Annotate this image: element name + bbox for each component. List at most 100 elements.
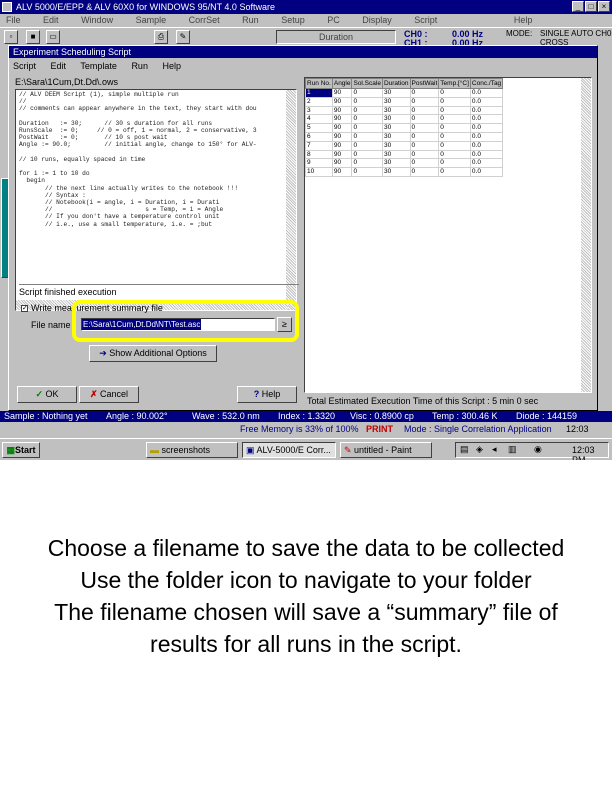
network-icon[interactable]: ◉	[534, 444, 542, 455]
menu-setup[interactable]: Setup	[281, 14, 305, 27]
ok-button[interactable]: ✓ OK	[17, 386, 77, 403]
open-icon[interactable]: ▭	[46, 30, 60, 44]
dialog-menu-run[interactable]: Run	[131, 61, 148, 71]
table-cell[interactable]: 0	[409, 158, 440, 169]
table-cell[interactable]: 0	[409, 123, 440, 133]
dialog-menu-template[interactable]: Template	[80, 61, 117, 71]
table-cell[interactable]: 3	[305, 105, 333, 116]
table-cell[interactable]: 9	[305, 158, 333, 169]
table-row[interactable]: 8 90 0 30 0 0 0.0	[305, 149, 504, 160]
column-header[interactable]: Sol.Scale	[351, 78, 383, 89]
show-options-button[interactable]: ➔ Show Additional Options	[89, 345, 217, 362]
close-button[interactable]: ×	[598, 1, 610, 12]
maximize-button[interactable]: □	[585, 1, 597, 12]
menu-sample[interactable]: Sample	[136, 14, 167, 27]
table-cell[interactable]: 0	[351, 158, 383, 169]
column-header[interactable]: PostWait	[409, 78, 440, 89]
table-cell[interactable]: 0	[438, 88, 471, 98]
table-cell[interactable]: 0.0	[469, 88, 504, 98]
table-cell[interactable]: 0.0	[469, 158, 504, 169]
table-cell[interactable]: 0.0	[469, 140, 504, 151]
run-grid[interactable]: Run No. Angle Sol.Scale Duration PostWait Tem…	[304, 77, 592, 393]
minimize-button[interactable]: _	[572, 1, 584, 12]
table-cell[interactable]: 0.0	[469, 123, 504, 133]
table-cell[interactable]: 0	[409, 96, 440, 107]
table-cell[interactable]: 0	[351, 88, 383, 98]
table-cell[interactable]: 30	[381, 114, 411, 125]
table-cell[interactable]: 0	[438, 158, 471, 169]
table-cell[interactable]: 0.0	[469, 131, 504, 142]
table-cell[interactable]: 0	[409, 131, 440, 142]
table-cell[interactable]: 0	[438, 167, 471, 177]
table-row[interactable]: 5 90 0 30 0 0 0.0	[305, 123, 504, 133]
dialog-menu-help[interactable]: Help	[162, 61, 181, 71]
menu-window[interactable]: Window	[81, 14, 113, 27]
column-header[interactable]: Run No.	[305, 78, 333, 89]
help-button[interactable]: ? Help	[237, 386, 297, 403]
table-cell[interactable]: 30	[381, 123, 411, 133]
table-cell[interactable]: 30	[381, 96, 411, 107]
table-cell[interactable]: 8	[305, 149, 333, 160]
new-icon[interactable]: ▫	[4, 30, 18, 44]
column-header[interactable]: Angle	[331, 78, 353, 89]
menu-help[interactable]: Help	[514, 14, 533, 27]
table-cell[interactable]: 30	[381, 131, 411, 142]
table-cell[interactable]: 4	[305, 114, 333, 125]
table-cell[interactable]: 0	[409, 149, 440, 160]
table-cell[interactable]: 0	[351, 114, 383, 125]
column-header[interactable]: Duration	[381, 78, 411, 89]
status-print[interactable]: PRINT	[366, 422, 393, 436]
menu-pc[interactable]: PC	[327, 14, 340, 27]
table-cell[interactable]: 5	[305, 123, 333, 133]
start-button[interactable]: ▦Start	[2, 442, 40, 458]
table-cell[interactable]: 90	[331, 123, 353, 133]
table-cell[interactable]: 90	[331, 158, 353, 169]
table-cell[interactable]: 0	[351, 123, 383, 133]
table-cell[interactable]: 30	[381, 105, 411, 116]
menu-script[interactable]: Script	[414, 14, 437, 27]
table-cell[interactable]: 90	[331, 167, 353, 177]
save-icon[interactable]: ■	[26, 30, 40, 44]
table-cell[interactable]: 0	[438, 131, 471, 142]
table-row[interactable]: 6 90 0 30 0 0 0.0	[305, 131, 504, 142]
menu-run[interactable]: Run	[242, 14, 259, 27]
table-cell[interactable]: 0	[409, 167, 440, 177]
table-row[interactable]: 9 90 0 30 0 0 0.0	[305, 158, 504, 169]
tool-icon[interactable]: ✎	[176, 30, 190, 44]
table-cell[interactable]: 0	[438, 149, 471, 160]
taskbar-item-screenshots[interactable]: ▬ screenshots	[146, 442, 238, 458]
table-cell[interactable]: 90	[331, 131, 353, 142]
table-cell[interactable]: 0	[409, 114, 440, 125]
table-cell[interactable]: 0.0	[469, 149, 504, 160]
table-cell[interactable]: 90	[331, 96, 353, 107]
table-cell[interactable]: 90	[331, 88, 353, 98]
table-cell[interactable]: 1	[305, 88, 333, 98]
speaker-icon[interactable]: ◂	[492, 444, 497, 455]
table-row[interactable]: 3 90 0 30 0 0 0.0	[305, 105, 504, 116]
table-cell[interactable]: 10	[305, 167, 333, 177]
table-cell[interactable]: 0	[409, 105, 440, 116]
menu-display[interactable]: Display	[362, 14, 392, 27]
print-icon[interactable]: ⎙	[154, 30, 168, 44]
column-header[interactable]: Conc./Tag	[469, 78, 504, 89]
table-cell[interactable]: 90	[331, 105, 353, 116]
table-cell[interactable]: 30	[381, 167, 411, 177]
tray-icon[interactable]: ◈	[476, 444, 483, 455]
table-cell[interactable]: 6	[305, 131, 333, 142]
table-cell[interactable]: 0	[438, 114, 471, 125]
cancel-button[interactable]: ✗ Cancel	[79, 386, 139, 403]
table-cell[interactable]: 30	[381, 158, 411, 169]
write-summary-checkbox[interactable]: ✓	[21, 305, 28, 312]
taskbar-item-alv[interactable]: ▣ ALV-5000/E Corr...	[242, 442, 336, 458]
table-row[interactable]: 2 90 0 30 0 0 0.0	[305, 96, 504, 107]
menu-corrset[interactable]: CorrSet	[189, 14, 220, 27]
table-cell[interactable]: 0.0	[469, 114, 504, 125]
table-cell[interactable]: 0	[438, 105, 471, 116]
table-cell[interactable]: 0	[438, 140, 471, 151]
menu-edit[interactable]: Edit	[43, 14, 59, 27]
table-cell[interactable]: 30	[381, 140, 411, 151]
table-cell[interactable]: 0.0	[469, 105, 504, 116]
menu-file[interactable]: File	[6, 14, 21, 27]
taskbar-item-paint[interactable]: ✎ untitled - Paint	[340, 442, 432, 458]
table-cell[interactable]: 30	[381, 88, 411, 98]
